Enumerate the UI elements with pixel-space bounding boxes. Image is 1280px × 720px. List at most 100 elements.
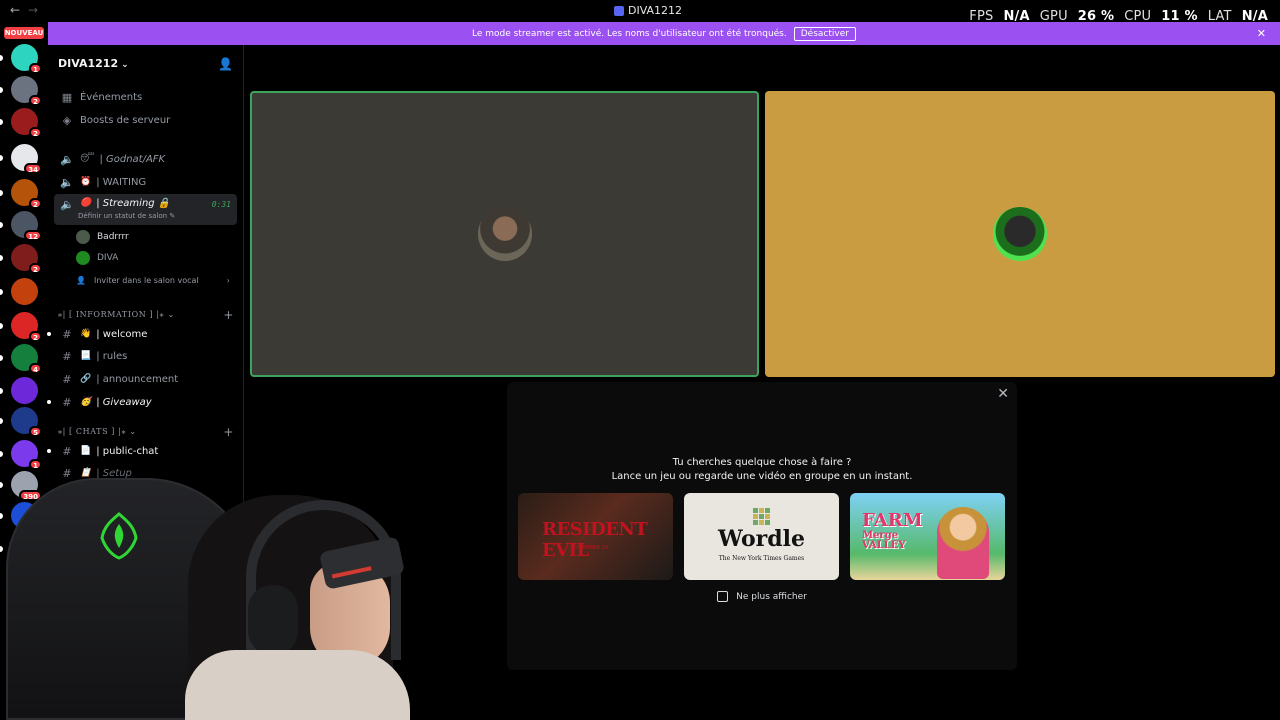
member-name: DIVA [97, 253, 119, 263]
activity-suggestion-panel: ✕ Tu cherches quelque chose à faire ? La… [507, 382, 1017, 670]
add-user-icon: 👤 [76, 275, 86, 285]
invite-to-voice[interactable]: 👤 Inviter dans le salon vocal › [76, 271, 230, 289]
game-subtitle: SEPTEMBER 19 [570, 545, 608, 551]
game-card-farm-merge-valley[interactable]: FARM Merge VALLEY [850, 493, 1005, 580]
server-icon[interactable]: 2 [11, 108, 42, 138]
forward-arrow-icon[interactable]: → [28, 3, 38, 17]
banner-message: Le mode streamer est activé. Les noms d'… [472, 28, 787, 39]
disable-streamer-button[interactable]: Désactiver [793, 26, 856, 41]
avatar [76, 230, 90, 244]
wordle-grid-icon [753, 508, 770, 525]
headset-earcup [248, 585, 298, 655]
channel-name: | Giveaway [96, 396, 152, 408]
server-icon[interactable]: 390 [11, 471, 42, 501]
chevron-down-icon: ⌄ [121, 60, 129, 70]
voice-member[interactable]: DIVA [76, 249, 118, 267]
category-name: ⁎| [ CHATS ] |⁎ [58, 427, 127, 436]
channel-emoji: 👋 [80, 329, 92, 339]
activity-subprompt: Lance un jeu ou regarde une vidéo en gro… [611, 471, 913, 482]
dont-show-again[interactable]: Ne plus afficher [507, 591, 1017, 602]
unread-pill [0, 546, 3, 552]
server-icon[interactable]: 2 [11, 312, 42, 342]
guild-header[interactable]: DIVA1212 ⌄ [58, 57, 129, 70]
avatar [993, 207, 1047, 261]
events-item[interactable]: ▦ Événements [54, 87, 237, 107]
window-title-text: DIVA1212 [628, 4, 683, 17]
text-channel-welcome[interactable]: # 👋 | welcome [54, 324, 237, 344]
game-title: RESIDENT EVIL [542, 519, 648, 561]
voice-channel-afk[interactable]: 🔈 😴 | Godnat/AFK [54, 149, 237, 169]
voice-channel-streaming[interactable]: 🔈 🔴 | Streaming 🔒 0:31 Définir un statut… [54, 194, 237, 225]
server-icon[interactable]: 2 [11, 76, 42, 106]
unread-pill [0, 289, 3, 295]
mention-badge: 1 [29, 459, 42, 470]
guild-name: DIVA1212 [58, 57, 119, 70]
game-card-resident-evil[interactable]: RESIDENT EVIL SEPTEMBER 19 [518, 493, 673, 580]
mention-badge: 12 [24, 230, 42, 241]
boosts-label: Boosts de serveur [80, 114, 171, 126]
mention-badge: 2 [29, 127, 42, 138]
category-information[interactable]: ⁎| [ INFORMATION ] |⁎ ⌄ + [58, 308, 234, 322]
set-channel-status[interactable]: Définir un statut de salon ✎ [78, 212, 175, 220]
unread-pill [0, 388, 3, 394]
channel-emoji: 😴 [80, 154, 95, 164]
server-icon[interactable]: 1 [11, 440, 42, 470]
hashtag-icon: # [62, 349, 72, 363]
server-icon[interactable] [11, 377, 38, 404]
game-title: FARM [862, 510, 923, 531]
window-title: DIVA1212 [614, 4, 682, 17]
server-icon[interactable]: 2 [11, 244, 42, 274]
unread-pill [0, 355, 3, 361]
participant-tile[interactable] [765, 91, 1275, 377]
close-icon[interactable]: ✕ [997, 386, 1009, 402]
add-channel-icon[interactable]: + [223, 425, 234, 439]
channel-emoji: 🥳 [80, 397, 92, 407]
mention-badge: 2 [29, 263, 42, 274]
hashtag-icon: # [62, 444, 72, 458]
channel-emoji: ⏰ [80, 177, 92, 187]
category-chats[interactable]: ⁎| [ CHATS ] |⁎ ⌄ + [58, 425, 234, 439]
voice-channel-waiting[interactable]: 🔈 ⏰ | WAITING [54, 172, 237, 192]
voice-member[interactable]: Badrrrr [76, 228, 129, 246]
unread-pill [0, 119, 3, 125]
unread-pill [0, 418, 3, 424]
add-channel-icon[interactable]: + [223, 308, 234, 322]
text-channel-announcement[interactable]: # 🔗 | announcement [54, 369, 237, 389]
chevron-right-icon: › [226, 275, 230, 285]
unread-indicator [47, 332, 51, 336]
category-name: ⁎| [ INFORMATION ] |⁎ [58, 310, 165, 319]
mention-badge: 5 [29, 426, 42, 437]
unread-pill [0, 87, 3, 93]
checkbox[interactable] [717, 591, 729, 602]
server-icon[interactable] [11, 278, 38, 305]
text-channel-giveaway[interactable]: # 🥳 | Giveaway [54, 392, 237, 412]
unread-pill [0, 323, 3, 329]
unread-pill [0, 190, 3, 196]
server-icon[interactable]: 1 [11, 44, 42, 74]
game-character-art [937, 507, 989, 579]
server-icon[interactable]: 4 [11, 344, 42, 374]
server-icon[interactable]: 34 [11, 144, 42, 174]
text-channel-public-chat[interactable]: # 📄 | public-chat [54, 441, 237, 461]
boosts-item[interactable]: ◈ Boosts de serveur [54, 110, 237, 130]
mention-badge: 2 [29, 331, 42, 342]
participant-tile[interactable] [250, 91, 759, 377]
hashtag-icon: # [62, 327, 72, 341]
close-icon[interactable]: ✕ [1257, 27, 1266, 40]
speaker-active-icon: 🔈 [60, 198, 74, 211]
server-icon[interactable]: 12 [11, 211, 42, 241]
boost-icon: ◈ [62, 113, 72, 127]
invite-label: Inviter dans le salon vocal [93, 275, 199, 285]
hashtag-icon: # [62, 372, 72, 386]
game-card-wordle[interactable]: Wordle The New York Times Games [684, 493, 839, 580]
unread-pill [0, 513, 3, 519]
avatar [76, 251, 90, 265]
streamer-mode-banner: Le mode streamer est activé. Les noms d'… [48, 22, 1280, 45]
back-arrow-icon[interactable]: ← [10, 3, 20, 17]
text-channel-rules[interactable]: # 📃 | rules [54, 346, 237, 366]
server-icon[interactable]: 5 [11, 407, 42, 437]
invite-people-icon[interactable]: 👤 [218, 57, 233, 71]
server-icon[interactable]: 2 [11, 179, 42, 209]
channel-emoji: 🔴 [80, 198, 92, 208]
mention-badge: 1 [29, 63, 42, 74]
